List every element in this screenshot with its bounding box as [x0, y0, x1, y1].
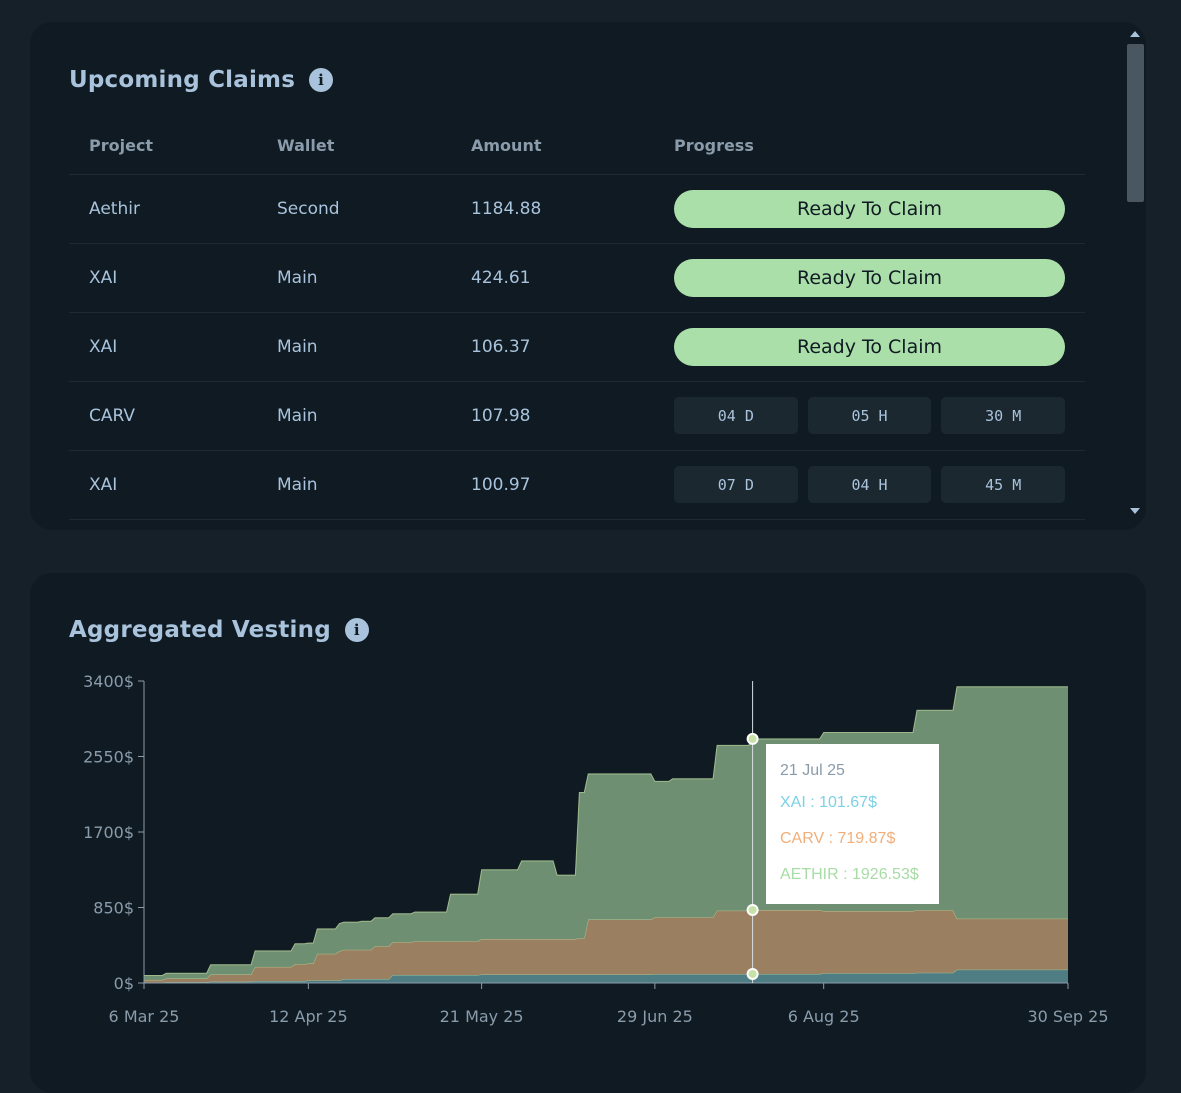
y-tick-label: 850$: [93, 899, 134, 918]
scroll-down-arrow-icon[interactable]: [1130, 508, 1140, 514]
table-row: XAI Main 100.97 07 D 04 H 45 M: [69, 451, 1085, 520]
amount-cell: 424.61: [471, 268, 531, 288]
scroll-up-arrow-icon[interactable]: [1130, 31, 1140, 37]
project-cell: CARV: [89, 406, 136, 426]
ready-to-claim-button[interactable]: Ready To Claim: [674, 328, 1065, 366]
project-cell: XAI: [89, 337, 118, 357]
project-cell: Aethir: [89, 199, 140, 219]
tooltip-date: 21 Jul 25: [780, 762, 845, 779]
amount-cell: 100.97: [471, 475, 531, 495]
countdown-minutes: 45 M: [941, 466, 1066, 503]
wallet-cell: Main: [277, 406, 318, 426]
upcoming-claims-header: Upcoming Claims i: [69, 67, 334, 93]
project-cell: XAI: [89, 475, 118, 495]
hover-point-aethir: [746, 732, 759, 745]
ready-to-claim-button[interactable]: Ready To Claim: [674, 259, 1065, 297]
table-header: Project Wallet Amount Progress: [69, 126, 1085, 175]
amount-cell: 107.98: [471, 406, 531, 426]
x-tick-label: 21 May 25: [440, 1007, 524, 1026]
amount-cell: 1184.88: [471, 199, 542, 219]
tooltip-xai-value: XAI : 101.67$: [780, 794, 877, 811]
column-header-amount[interactable]: Amount: [471, 136, 541, 155]
wallet-cell: Second: [277, 199, 340, 219]
chart-tooltip: 21 Jul 25 XAI : 101.67$ CARV : 719.87$ A…: [766, 744, 939, 904]
x-tick-label: 6 Aug 25: [788, 1007, 860, 1026]
y-tick-label: 3400$: [83, 672, 134, 691]
claims-table: Project Wallet Amount Progress Aethir Se…: [69, 126, 1085, 520]
table-row: XAI Main 424.61 Ready To Claim: [69, 244, 1085, 313]
wallet-cell: Main: [277, 475, 318, 495]
table-row: Aethir Second 1184.88 Ready To Claim: [69, 175, 1085, 244]
x-tick-label: 30 Sep 25: [1027, 1007, 1108, 1026]
table-row: XAI Main 106.37 Ready To Claim: [69, 313, 1085, 382]
aggregated-vesting-card: Aggregated Vesting i 0$ 850$ 1700$ 2550$ 340…: [30, 573, 1146, 1093]
countdown-minutes: 30 M: [941, 397, 1066, 434]
area-carv: [144, 910, 1068, 983]
countdown-hours: 05 H: [807, 397, 932, 434]
countdown-timer: 07 D 04 H 45 M: [674, 466, 1066, 503]
tooltip-aethir-value: AETHIR : 1926.53$: [780, 866, 919, 883]
table-row: CARV Main 107.98 04 D 05 H 30 M: [69, 382, 1085, 451]
wallet-cell: Main: [277, 337, 318, 357]
x-tick-label: 6 Mar 25: [109, 1007, 180, 1026]
amount-cell: 106.37: [471, 337, 531, 357]
column-header-wallet[interactable]: Wallet: [277, 136, 334, 155]
column-header-progress[interactable]: Progress: [674, 136, 754, 155]
tooltip-carv-value: CARV : 719.87$: [780, 830, 895, 847]
y-tick-label: 1700$: [83, 823, 134, 842]
upcoming-claims-card: Upcoming Claims i Project Wallet Amount …: [30, 22, 1146, 530]
hover-point-carv: [746, 904, 759, 917]
scrollbar-thumb[interactable]: [1127, 44, 1144, 202]
ready-to-claim-button[interactable]: Ready To Claim: [674, 190, 1065, 228]
x-tick-label: 29 Jun 25: [617, 1007, 693, 1026]
info-icon[interactable]: i: [309, 68, 334, 92]
column-header-project[interactable]: Project: [89, 136, 153, 155]
upcoming-claims-title: Upcoming Claims: [69, 67, 296, 93]
hover-point-xai: [746, 967, 759, 980]
y-tick-label: 0$: [114, 974, 134, 993]
project-cell: XAI: [89, 268, 118, 288]
countdown-days: 04 D: [674, 397, 798, 434]
vesting-chart[interactable]: 0$ 850$ 1700$ 2550$ 3400$ 6 Mar 25 12 Apr 25 21…: [30, 573, 1146, 1081]
y-tick-label: 2550$: [83, 748, 134, 767]
x-tick-label: 12 Apr 25: [269, 1007, 348, 1026]
wallet-cell: Main: [277, 268, 318, 288]
countdown-hours: 04 H: [807, 466, 932, 503]
countdown-days: 07 D: [674, 466, 798, 503]
countdown-timer: 04 D 05 H 30 M: [674, 397, 1066, 434]
